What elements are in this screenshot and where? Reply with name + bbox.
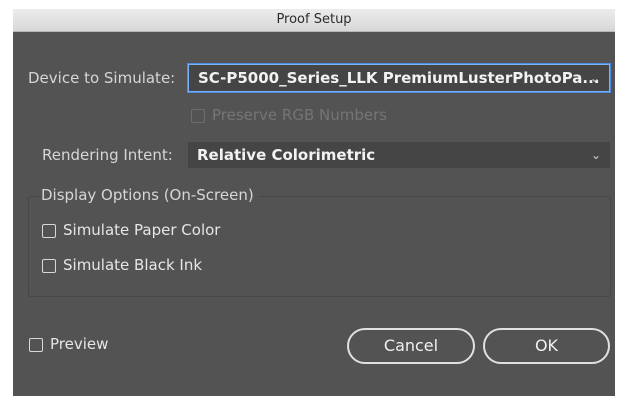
simulate-black-ink-checkbox[interactable]: Simulate Black Ink: [42, 256, 262, 276]
display-options-title: Display Options (On-Screen): [41, 186, 258, 204]
simulate-black-ink-label: Simulate Black Ink: [63, 256, 203, 274]
preserve-rgb-checkbox[interactable]: Preserve RGB Numbers: [191, 106, 411, 126]
cancel-button[interactable]: Cancel: [347, 328, 475, 364]
simulate-paper-color-checkbox[interactable]: Simulate Paper Color: [42, 221, 262, 241]
preview-box[interactable]: [29, 338, 43, 352]
simulate-black-ink-box[interactable]: [42, 259, 56, 273]
rendering-intent-select[interactable]: Relative Colorimetric ⌄: [188, 142, 610, 168]
proof-setup-dialog: Proof Setup Device to Simulate: SC-P5000…: [13, 9, 615, 396]
rendering-intent-value: Relative Colorimetric: [197, 146, 376, 164]
window-title: Proof Setup: [13, 9, 615, 32]
preserve-rgb-label: Preserve RGB Numbers: [212, 106, 388, 124]
rendering-intent-label: Rendering Intent:: [42, 146, 173, 164]
ok-button[interactable]: OK: [483, 328, 610, 364]
chevron-down-icon: ⌄: [590, 148, 601, 162]
preview-checkbox[interactable]: Preview: [29, 335, 149, 355]
device-label: Device to Simulate:: [28, 69, 176, 87]
simulate-paper-color-box[interactable]: [42, 224, 56, 238]
preview-label: Preview: [50, 335, 109, 353]
simulate-paper-color-label: Simulate Paper Color: [63, 221, 221, 239]
display-options-group: [28, 196, 611, 297]
preserve-rgb-box[interactable]: [191, 109, 205, 123]
device-select-value: SC-P5000_Series_LLK PremiumLusterPhotoPa…: [198, 69, 600, 87]
chevron-down-icon: ⌄: [589, 71, 600, 85]
device-select[interactable]: SC-P5000_Series_LLK PremiumLusterPhotoPa…: [188, 64, 610, 92]
